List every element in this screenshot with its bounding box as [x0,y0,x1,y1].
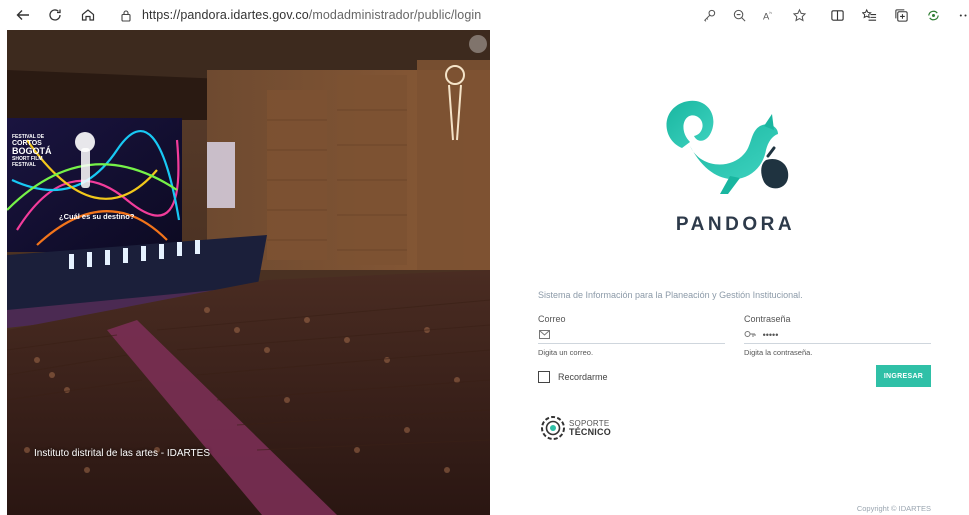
extensions-icon[interactable] [921,3,945,27]
key-icon[interactable] [697,3,721,27]
remember-checkbox[interactable] [538,371,550,383]
read-aloud-icon[interactable]: Aʰ [757,3,781,27]
auditorium-photo: FESTIVAL DE CORTOS BOGOTÁ SHORT FILM FES… [7,30,490,515]
gear-icon[interactable] [469,35,487,53]
email-hint: Digita un correo. [538,348,594,357]
url-path: /modadministrador/public/login [308,8,482,22]
login-panel: PANDORA Sistema de Información para la P… [490,30,969,515]
lock-icon[interactable] [118,7,134,23]
pandora-squirrel-logo-icon [666,100,789,194]
url-text[interactable]: https://pandora.idartes.gov.co/modadmini… [142,8,481,22]
password-field[interactable] [744,326,931,344]
svg-text:ʰ: ʰ [769,10,771,17]
zoom-icon[interactable] [727,3,751,27]
url-host: https://pandora.idartes.gov.co [142,8,309,22]
split-screen-icon[interactable] [825,3,849,27]
address-bar[interactable]: https://pandora.idartes.gov.co/modadmini… [108,3,940,27]
brand-title: PANDORA [675,214,796,235]
ingresar-button[interactable]: INGRESAR [876,365,931,387]
favorites-list-icon[interactable] [857,3,881,27]
screen-text-3: BOGOTÁ [12,146,52,156]
photo-caption: Instituto distrital de las artes - IDART… [34,448,210,459]
email-label: Correo [538,314,566,324]
password-hint: Digita la contraseña. [744,348,813,357]
screen-text-5: FESTIVAL [12,162,36,168]
back-icon[interactable] [11,3,35,27]
password-input[interactable] [762,329,931,340]
copyright-text: Copyright © IDARTES [856,504,931,513]
email-field[interactable] [538,326,725,344]
favorite-star-icon[interactable] [787,3,811,27]
support-link[interactable]: SOPORTE TÉCNICO [540,415,611,441]
email-input[interactable] [556,329,725,340]
envelope-icon [538,328,551,342]
remember-me[interactable]: Recordarme [538,371,608,383]
refresh-icon[interactable] [43,3,67,27]
key-field-icon [744,328,757,342]
browser-toolbar: https://pandora.idartes.gov.co/modadmini… [0,0,969,30]
home-icon[interactable] [76,3,100,27]
remember-label: Recordarme [558,372,608,382]
screen-tagline: ¿Cuál es su destino? [59,212,135,221]
collections-icon[interactable] [889,3,913,27]
more-icon[interactable] [953,3,969,27]
support-line-2: TÉCNICO [569,427,611,437]
system-subtitle: Sistema de Información para la Planeació… [538,290,803,300]
gear-support-icon [541,416,565,440]
password-label: Contraseña [744,314,791,324]
